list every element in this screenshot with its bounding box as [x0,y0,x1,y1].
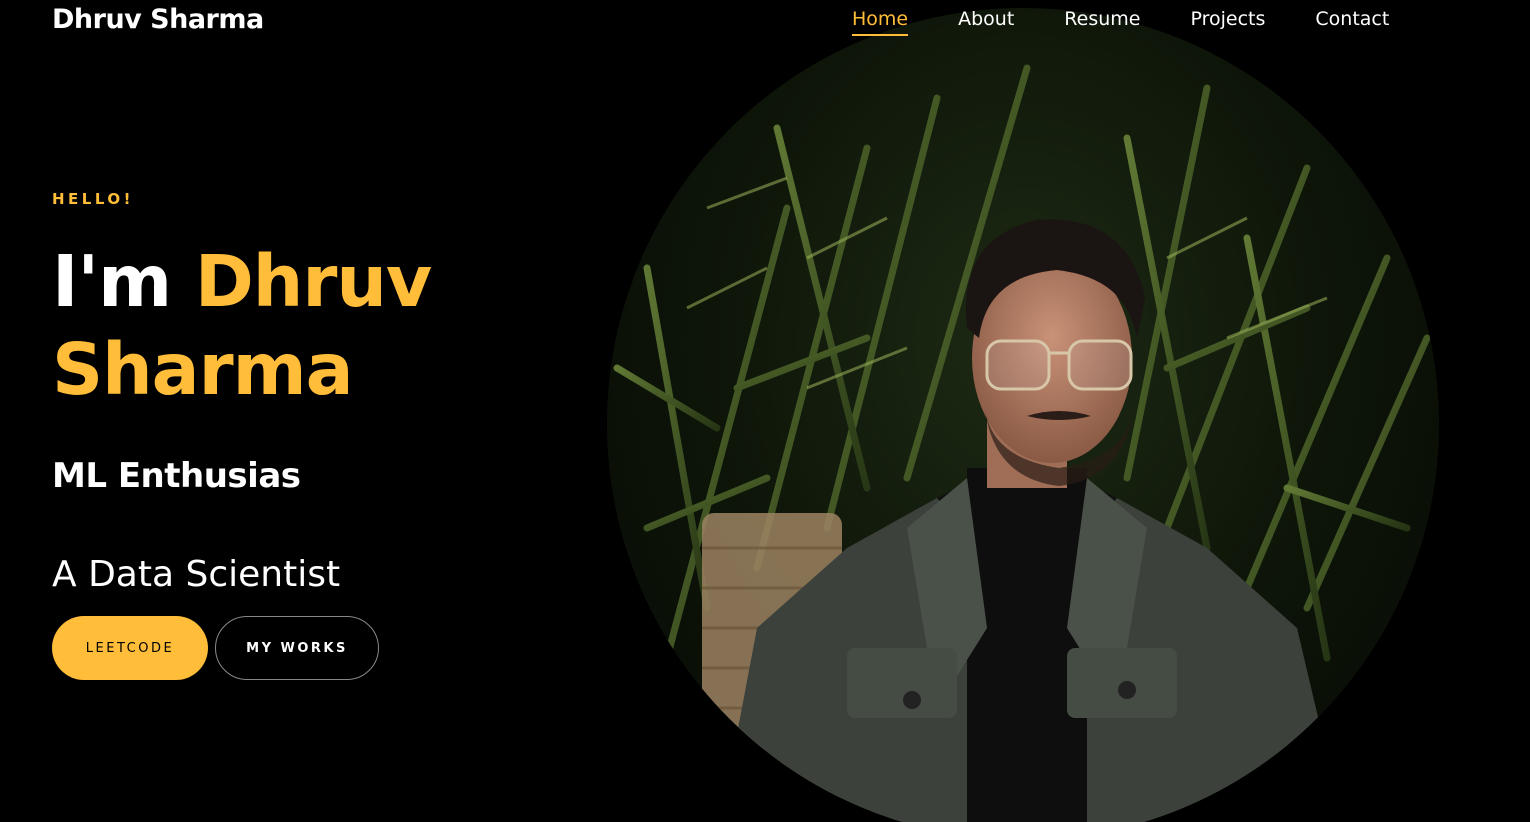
headline-intro: I'm [52,240,172,323]
nav-resume[interactable]: Resume [1064,8,1140,36]
brand-logo[interactable]: Dhruv Sharma [52,4,264,35]
page: Dhruv Sharma Home About Resume Projects … [0,0,1530,822]
greeting-label: HELLO! [52,190,134,208]
my-works-button[interactable]: MY WORKS [215,616,379,680]
hero-role: A Data Scientist [52,554,341,595]
leetcode-button[interactable]: LEETCODE [52,616,208,680]
nav-contact[interactable]: Contact [1315,8,1389,36]
profile-photo [607,8,1439,822]
hero-headline: I'm Dhruv Sharma [52,238,572,414]
nav-projects[interactable]: Projects [1190,8,1265,36]
main-nav: Home About Resume Projects Contact [852,8,1439,36]
nav-about[interactable]: About [958,8,1014,36]
headline-last-name: Sharma [52,328,353,411]
headline-first-name: Dhruv [194,240,432,323]
nav-home[interactable]: Home [852,8,909,36]
hero-tagline: ML Enthusias [52,456,301,496]
